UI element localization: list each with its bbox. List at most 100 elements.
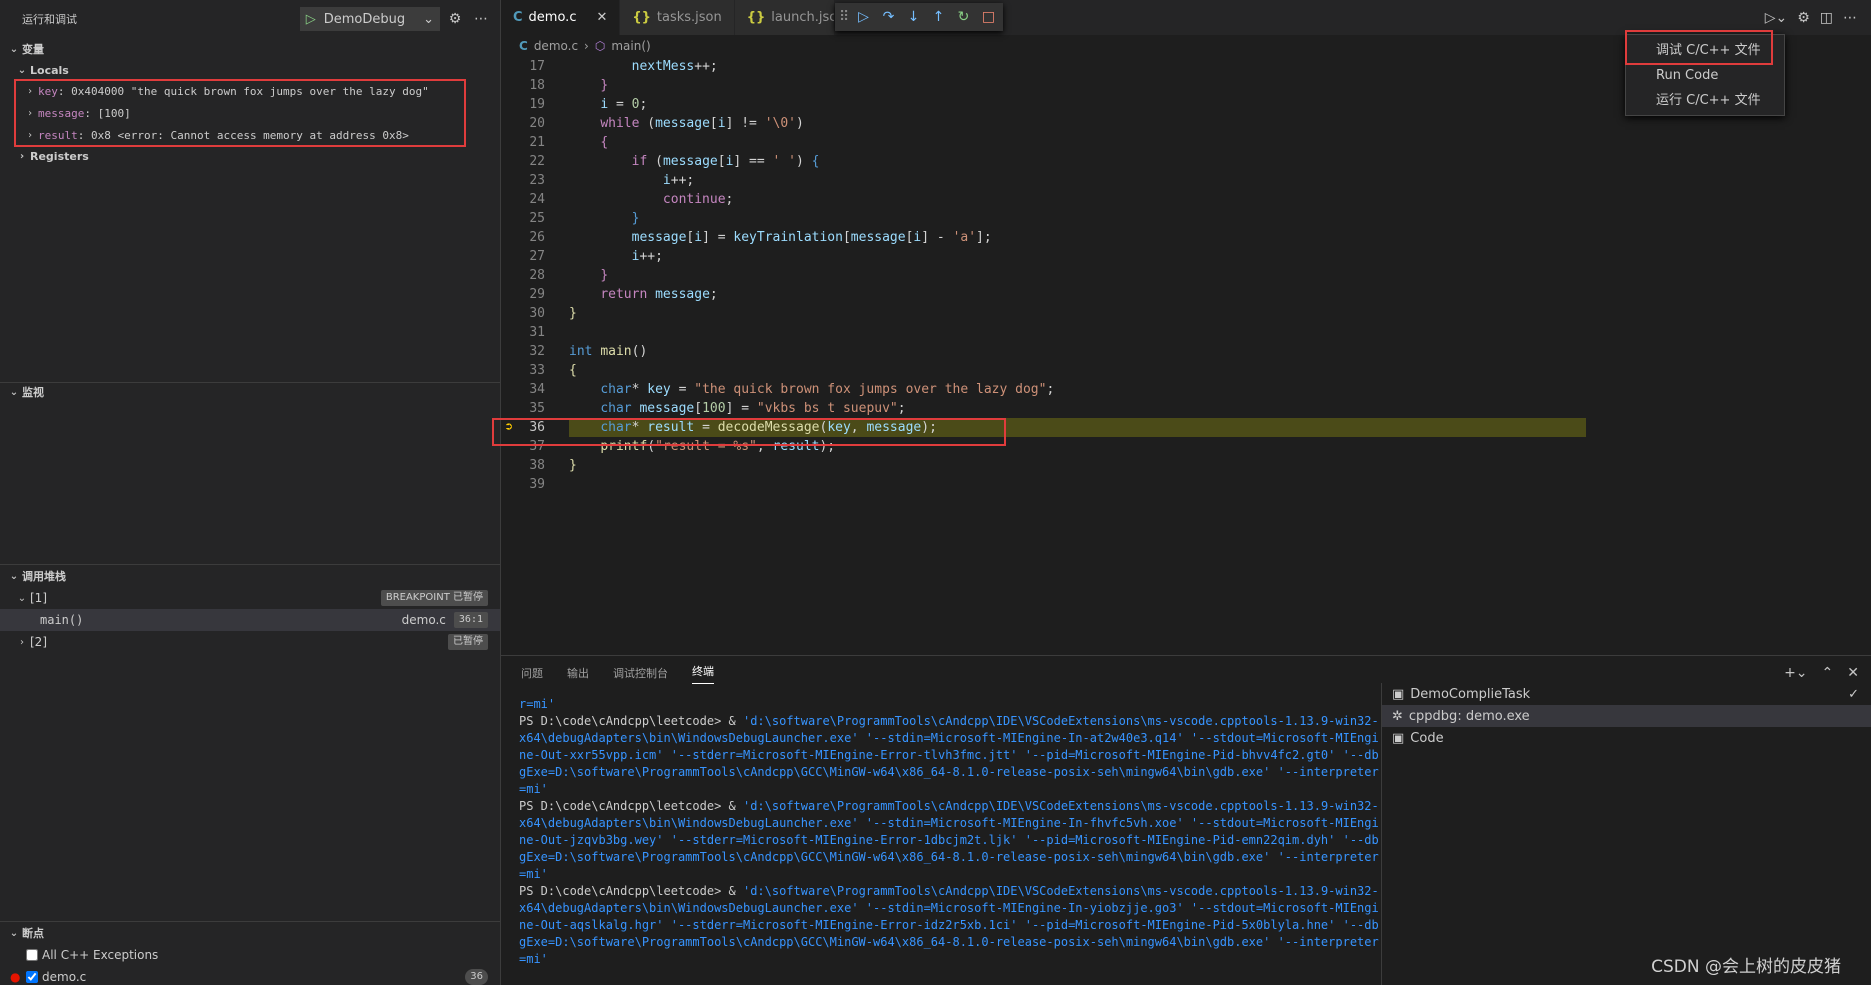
gear-icon[interactable]: ⚙ [1797, 10, 1810, 26]
close-icon[interactable]: ✕ [596, 10, 607, 25]
tab-launch-json[interactable]: {} launch.jsc [734, 0, 835, 35]
breakpoints-section: ⌄ 断点 All C++ Exceptions ● demo.c 36 [0, 922, 500, 985]
code-editor[interactable]: 17 nextMess++; 18 } 19 i = 0; 20 while (… [501, 57, 1741, 657]
terminal-line: r=mi' [519, 696, 1381, 713]
code-line: 33{ [501, 361, 1741, 380]
code-line: 19 i = 0; [501, 95, 1741, 114]
tab-debug-console[interactable]: 调试控制台 [613, 665, 668, 681]
breakpoint-checkbox[interactable] [26, 949, 38, 961]
tab-label: launch.jsc [771, 10, 835, 25]
json-file-icon: {} [746, 10, 766, 25]
thread-status-badge: 已暂停 [448, 634, 488, 650]
tab-label: tasks.json [656, 10, 722, 25]
split-editor-icon[interactable]: ◫ [1820, 10, 1833, 26]
menu-item-run-code[interactable]: Run Code [1626, 63, 1784, 88]
chevron-down-icon: ⌄ [17, 592, 27, 604]
breakpoint-item[interactable]: All C++ Exceptions [0, 944, 500, 966]
gear-icon[interactable]: ⚙ [444, 11, 466, 27]
menu-item-run-c[interactable]: 运行 C/C++ 文件 [1626, 88, 1784, 113]
callstack-section-header[interactable]: ⌄ 调用堆栈 [0, 565, 500, 587]
line-number: 27 [529, 249, 545, 264]
terminal-line: PS D:\code\cAndcpp\leetcode> & 'd:\softw… [519, 713, 1381, 798]
locals-scope[interactable]: ⌄ Locals [0, 60, 500, 80]
terminal-item[interactable]: ▣ DemoComplieTask ✓ [1382, 683, 1871, 705]
code-line: 38} [501, 456, 1741, 475]
terminal-item[interactable]: ✲ cppdbg: demo.exe [1382, 705, 1871, 727]
bottom-panel: 问题 输出 调试控制台 终端 +⌄ ⌃ ✕ r=mi' PS D:\code\c… [501, 655, 1871, 985]
more-icon[interactable]: ⋯ [470, 11, 492, 27]
line-number: 25 [529, 211, 545, 226]
tab-terminal[interactable]: 终端 [692, 663, 714, 684]
code-line: 34 char* key = "the quick brown fox jump… [501, 380, 1741, 399]
code-line: 26 message[i] = keyTrainlation[message[i… [501, 228, 1741, 247]
start-debug-icon[interactable]: ▷ [306, 12, 316, 27]
line-number: 31 [529, 325, 545, 340]
code-line: 39 [501, 475, 1741, 494]
terminal-text: r=mi' [519, 697, 556, 711]
terminal-list: ▣ DemoComplieTask ✓ ✲ cppdbg: demo.exe ▣ Cod… [1381, 683, 1871, 985]
chevron-up-icon[interactable]: ⌃ [1822, 665, 1834, 681]
thread-status-badge: BREAKPOINT 已暂停 [380, 590, 488, 606]
breadcrumb-file[interactable]: demo.c [534, 39, 578, 53]
thread-item[interactable]: › [2] 已暂停 [0, 631, 500, 653]
line-number: 32 [529, 344, 545, 359]
close-icon[interactable]: ✕ [1847, 665, 1859, 681]
registers-label: Registers [30, 149, 89, 163]
line-number: 35 [529, 401, 545, 416]
chevron-down-icon: ⌄ [9, 927, 19, 939]
tab-tasks-json[interactable]: {} tasks.json [620, 0, 735, 35]
terminal-item[interactable]: ▣ Code [1382, 727, 1871, 749]
terminal-output[interactable]: r=mi' PS D:\code\cAndcpp\leetcode> & 'd:… [519, 696, 1381, 968]
debug-icon: ✲ [1392, 708, 1403, 724]
breadcrumb-symbol[interactable]: main() [611, 39, 650, 53]
step-out-icon[interactable]: ↑ [928, 9, 949, 25]
debug-config-select[interactable]: ▷ DemoDebug ⌄ [299, 7, 440, 31]
annotation-box [1625, 30, 1773, 65]
line-number: 22 [529, 154, 545, 169]
terminal-item-label: Code [1410, 730, 1444, 746]
terminal-icon: ▣ [1392, 686, 1405, 702]
run-debug-icon[interactable]: ▷⌄ [1765, 10, 1788, 26]
line-number: 24 [529, 192, 545, 207]
drag-handle-icon[interactable]: ⠿ [839, 9, 849, 25]
stop-icon[interactable]: □ [978, 9, 999, 25]
thread-label: [2] [30, 635, 47, 649]
terminal-line: PS D:\code\cAndcpp\leetcode> & 'd:\softw… [519, 883, 1381, 968]
chevron-down-icon: ⌄ [9, 386, 19, 398]
step-over-icon[interactable]: ↷ [878, 9, 899, 25]
continue-icon[interactable]: ▷ [853, 9, 874, 25]
locals-label: Locals [30, 63, 69, 77]
code-line: 17 nextMess++; [501, 57, 1741, 76]
debug-config-name: DemoDebug [323, 11, 406, 27]
line-number: 23 [529, 173, 545, 188]
stack-frame[interactable]: main() demo.c 36:1 [0, 609, 500, 631]
breakpoint-checkbox[interactable] [26, 971, 38, 983]
vscode-window: 运行和调试 ▷ DemoDebug ⌄ ⚙ ⋯ ⌄ 变量 ⌄ Locals › key… [0, 0, 1871, 985]
restart-icon[interactable]: ↻ [953, 9, 974, 25]
breakpoint-item[interactable]: ● demo.c 36 [0, 966, 500, 985]
add-terminal-icon[interactable]: +⌄ [1784, 665, 1807, 681]
variables-section-header[interactable]: ⌄ 变量 [0, 38, 500, 60]
tab-output[interactable]: 输出 [567, 665, 589, 681]
breakpoint-dot-icon: ● [10, 970, 21, 984]
step-into-icon[interactable]: ↓ [903, 9, 924, 25]
watch-title: 监视 [22, 386, 44, 399]
line-number: 34 [529, 382, 545, 397]
watch-section-header[interactable]: ⌄ 监视 [0, 381, 44, 403]
line-number: 38 [529, 458, 545, 473]
breakpoint-label: demo.c [42, 970, 87, 984]
variables-title: 变量 [22, 43, 44, 56]
terminal-prompt: PS D:\code\cAndcpp\leetcode> & [519, 884, 743, 898]
frame-name: main() [40, 613, 84, 627]
code-line: 30} [501, 304, 1741, 323]
registers-scope[interactable]: › Registers [0, 146, 500, 166]
more-icon[interactable]: ⋯ [1843, 10, 1857, 26]
annotation-box [492, 418, 1006, 446]
tab-demo-c[interactable]: Cdemo.c ✕ [501, 0, 621, 35]
breakpoints-section-header[interactable]: ⌄ 断点 [0, 922, 500, 944]
tab-problems[interactable]: 问题 [521, 665, 543, 681]
thread-item[interactable]: ⌄ [1] BREAKPOINT 已暂停 [0, 587, 500, 609]
chevron-down-icon[interactable]: ⌄ [423, 12, 434, 27]
code-line: 27 i++; [501, 247, 1741, 266]
chevron-down-icon: ⌄ [9, 570, 19, 582]
